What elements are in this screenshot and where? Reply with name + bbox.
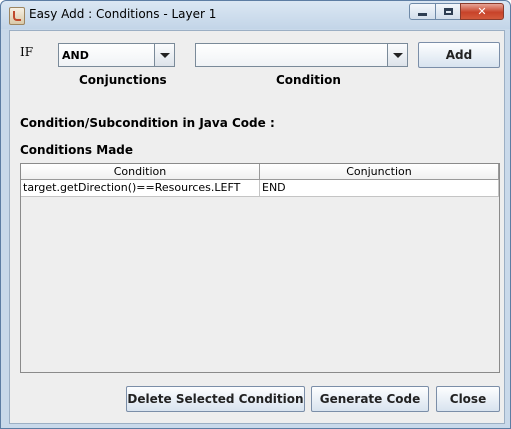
close-button[interactable]: Close [436,386,500,412]
column-header-conjunction[interactable]: Conjunction [260,164,499,180]
cell-condition[interactable]: target.getDirection()==Resources.LEFT [21,180,260,197]
conjunction-selected-value: AND [62,49,89,62]
close-window-button[interactable]: ✕ [460,3,504,20]
generate-code-button[interactable]: Generate Code [311,386,429,412]
add-button[interactable]: Add [418,42,500,68]
condition-dropdown[interactable] [195,43,408,67]
if-label: IF [20,45,34,59]
dialog-window: Easy Add : Conditions - Layer 1 ✕ IF AND… [0,0,511,429]
cell-conjunction[interactable]: END [260,180,499,197]
java-code-label: Condition/Subcondition in Java Code : [20,116,275,130]
table-row[interactable]: target.getDirection()==Resources.LEFT EN… [21,180,499,197]
maximize-icon [443,8,453,15]
column-header-condition[interactable]: Condition [21,164,260,180]
conjunctions-label: Conjunctions [79,73,167,87]
window-title: Easy Add : Conditions - Layer 1 [29,7,217,21]
title-bar[interactable]: Easy Add : Conditions - Layer 1 ✕ [1,1,510,29]
chevron-down-icon[interactable] [387,44,407,66]
delete-selected-condition-button[interactable]: Delete Selected Condition [126,386,305,412]
table-header: Condition Conjunction [21,164,499,180]
chevron-down-icon[interactable] [154,44,174,66]
conditions-table[interactable]: Condition Conjunction target.getDirectio… [20,163,500,373]
window-controls: ✕ [409,3,504,21]
maximize-button[interactable] [435,3,461,20]
close-icon: ✕ [477,5,487,18]
java-app-icon [9,7,25,25]
condition-label: Condition [276,73,341,87]
conditions-made-label: Conditions Made [20,143,134,157]
conjunction-dropdown[interactable]: AND [58,43,175,67]
dialog-content: IF AND Conjunctions Condition Add Condit… [9,30,505,424]
minimize-button[interactable] [409,3,436,20]
minimize-icon [418,13,427,16]
